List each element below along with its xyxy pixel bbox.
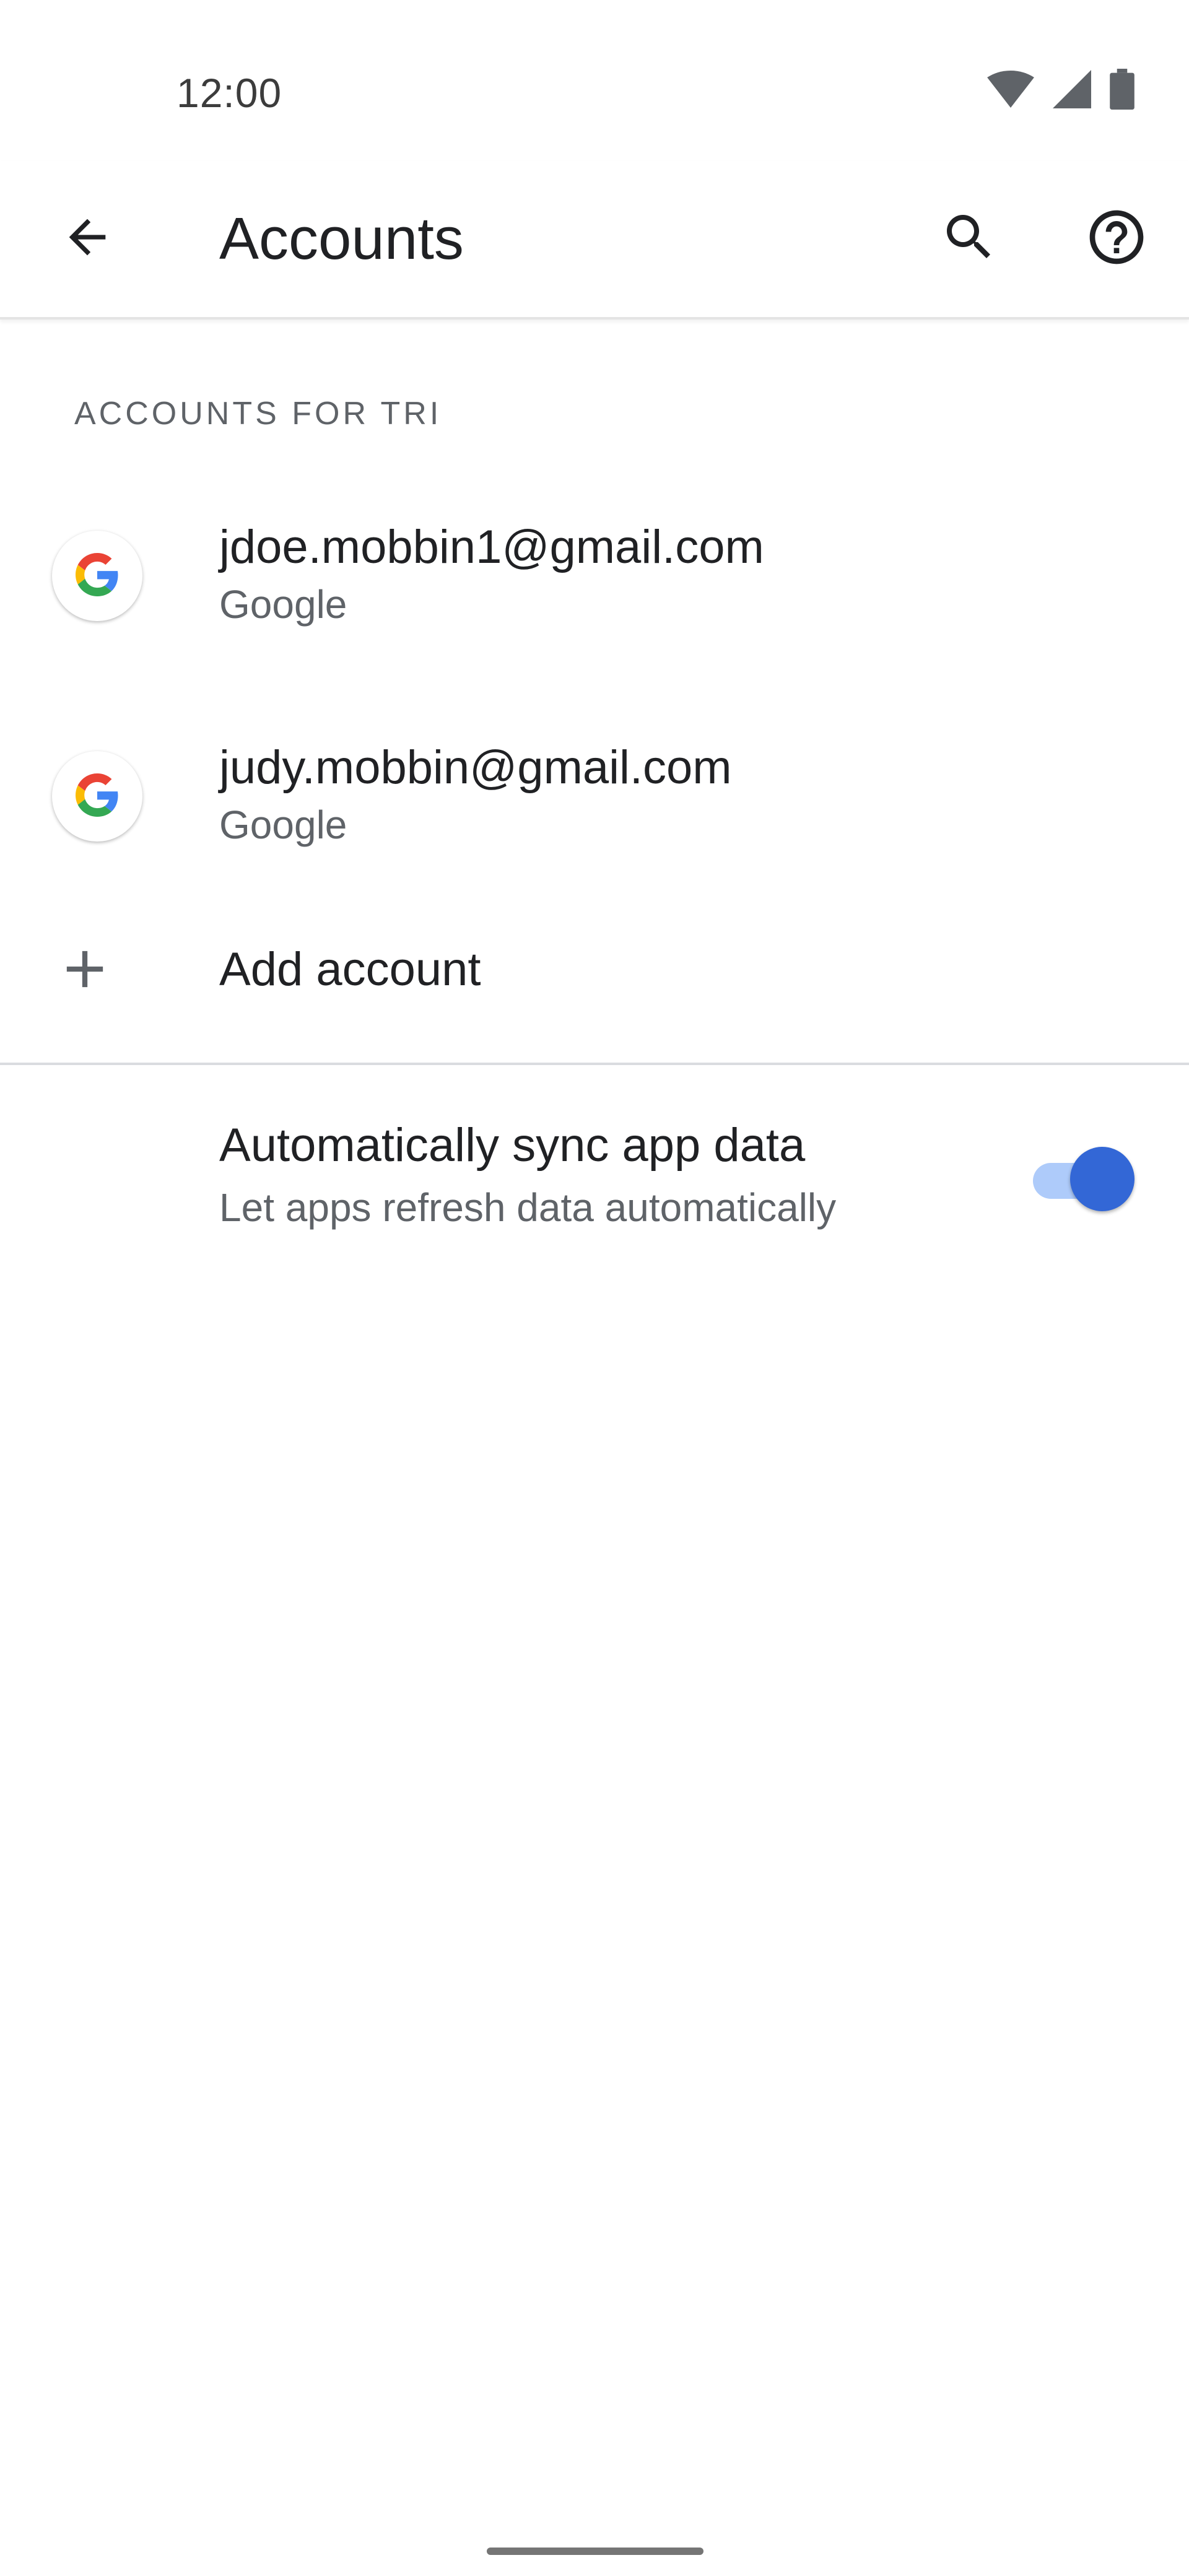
add-account-button[interactable]: Add account <box>0 892 1189 1065</box>
sync-title: Automatically sync app data <box>219 1119 806 1172</box>
back-button[interactable] <box>47 198 128 279</box>
account-row-judy[interactable]: judy.mobbin@gmail.com Google <box>0 691 1189 902</box>
cell-signal-icon <box>1053 70 1091 108</box>
account-avatar <box>52 751 142 842</box>
sync-subtitle: Let apps refresh data automatically <box>219 1185 837 1230</box>
auto-sync-setting[interactable]: Automatically sync app data Let apps ref… <box>0 1077 1189 1263</box>
search-icon <box>939 207 999 270</box>
status-bar: 12:00 <box>0 0 1189 161</box>
status-time: 12:00 <box>176 70 282 116</box>
status-icons <box>987 67 1135 111</box>
plus-icon <box>51 935 119 1003</box>
help-button[interactable] <box>1076 198 1157 279</box>
account-provider: Google <box>219 582 347 627</box>
section-header: ACCOUNTS FOR TRI <box>74 396 442 432</box>
page-title: Accounts <box>219 206 464 272</box>
toggle-thumb <box>1070 1147 1135 1211</box>
battery-icon <box>1110 69 1135 110</box>
google-logo-icon <box>76 773 119 820</box>
account-provider: Google <box>219 803 347 847</box>
search-button[interactable] <box>929 198 1009 279</box>
help-circle-icon <box>1084 205 1149 272</box>
app-bar: Accounts <box>0 161 1189 320</box>
google-logo-icon <box>76 552 119 599</box>
account-row-jdoe[interactable]: jdoe.mobbin1@gmail.com Google <box>0 471 1189 681</box>
auto-sync-toggle[interactable] <box>1030 1144 1136 1212</box>
wifi-icon <box>987 71 1034 108</box>
add-account-label: Add account <box>219 943 481 996</box>
accounts-screen: 12:00 Accounts ACCOUNTS FOR TRI jdoe.mob… <box>0 0 1189 2576</box>
account-email: jdoe.mobbin1@gmail.com <box>219 521 764 573</box>
account-email: judy.mobbin@gmail.com <box>219 741 732 794</box>
arrow-back-icon <box>60 210 115 268</box>
gesture-nav-bar[interactable] <box>487 2548 703 2555</box>
account-avatar <box>52 531 142 621</box>
divider <box>0 1063 1189 1065</box>
